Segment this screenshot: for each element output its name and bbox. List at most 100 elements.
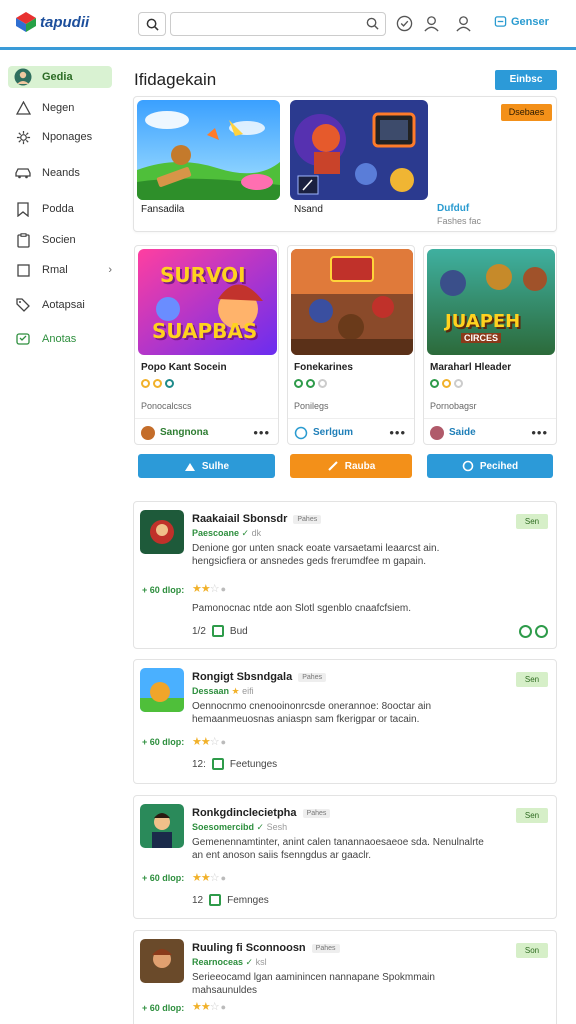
checkbox-icon[interactable] bbox=[211, 758, 224, 770]
gamepad-icon bbox=[14, 330, 32, 348]
search-field[interactable] bbox=[170, 12, 386, 36]
circle-icon[interactable] bbox=[519, 625, 532, 638]
list-item[interactable]: Ronkgdinclecietpha Pahes Soesomercibd ✓ S… bbox=[133, 795, 557, 919]
profile-icon[interactable] bbox=[453, 13, 473, 33]
list-item-description: Denione gor unten snack eoate varsaetami… bbox=[192, 543, 440, 567]
star-rating: ★★☆ ● bbox=[192, 872, 226, 884]
user-icon[interactable] bbox=[421, 13, 441, 33]
list-item[interactable]: Rongigt Sbsndgala Pahes Dessaan ★ eifi Oe… bbox=[133, 659, 557, 784]
more-options-icon[interactable]: ••• bbox=[531, 425, 548, 440]
game-card-art-subtitle: SUAPBAS bbox=[152, 319, 258, 343]
game-card-image: SURVOI SUAPBAS bbox=[138, 249, 277, 355]
sidebar-item-rmal[interactable]: Rmal › bbox=[8, 259, 112, 281]
game-card-1[interactable]: SURVOI SUAPBAS Popo Kant Socein Ponocalc… bbox=[134, 245, 279, 445]
controller-icon bbox=[494, 16, 507, 27]
star-rating: ★★☆ ● bbox=[192, 1001, 226, 1013]
meta-count: 1/2 bbox=[192, 625, 206, 637]
checkbox-icon[interactable] bbox=[209, 894, 222, 906]
list-item-button[interactable]: Sen bbox=[516, 514, 548, 529]
publisher-extra: dk bbox=[251, 528, 262, 538]
button-label: Pecihed bbox=[479, 460, 519, 472]
list-item-button[interactable]: Son bbox=[516, 943, 548, 958]
list-item-thumbnail bbox=[140, 510, 184, 554]
list-item-title-text: Ronkgdinclecietpha bbox=[192, 807, 297, 819]
author-link[interactable]: Saide bbox=[430, 425, 476, 440]
header-cta-button[interactable]: Genser bbox=[494, 15, 549, 28]
list-item-tag: Pahes bbox=[298, 672, 327, 682]
orange-action-button[interactable]: Dsebaes bbox=[501, 104, 552, 121]
brand-name[interactable]: tapudii bbox=[40, 14, 89, 31]
list-item-title: Rongigt Sbsndgala Pahes bbox=[192, 671, 327, 683]
game-card-image: JUAPEH CIRCES bbox=[427, 249, 555, 355]
car-icon bbox=[14, 164, 32, 182]
card-2-action-button[interactable]: Rauba bbox=[290, 454, 412, 478]
shield-check-icon[interactable] bbox=[394, 13, 414, 33]
publisher-name: Dessaan bbox=[192, 686, 230, 696]
list-item-publisher[interactable]: Dessaan ★ eifi bbox=[192, 686, 254, 697]
sidebar-item-gedia[interactable]: Gedia bbox=[8, 66, 112, 88]
list-item[interactable]: Ruuling fi Sconnoosn Pahes Rearnoceas ✓ k… bbox=[133, 930, 557, 1024]
list-item[interactable]: Raakaiail Sbonsdr Pahes Paescoane ✓ dk De… bbox=[133, 501, 557, 649]
sidebar-item-negen[interactable]: Negen bbox=[8, 97, 112, 119]
list-item-publisher[interactable]: Soesomercibd ✓ Sesh bbox=[192, 822, 287, 833]
puzzle-icon bbox=[184, 463, 195, 471]
game-card-title: Popo Kant Socein bbox=[141, 362, 227, 373]
game-card-title: Maraharl Hleader bbox=[430, 362, 512, 373]
sidebar-item-aotapsai[interactable]: Aotapsai bbox=[8, 294, 112, 316]
author-link[interactable]: Sangnona bbox=[141, 425, 208, 440]
rating-dots bbox=[294, 379, 327, 388]
list-item-button[interactable]: Sen bbox=[516, 808, 548, 823]
list-item-description: Serieeocamd lgan aaminincen nannapane Sp… bbox=[192, 972, 435, 996]
publisher-name: Soesomercibd bbox=[192, 822, 255, 832]
list-item-thumbnail bbox=[140, 804, 184, 848]
list-item-description: Oennocnmo cnenooinonrcsde onerannoe: 8oo… bbox=[192, 701, 432, 725]
featured-thumbnail-1[interactable] bbox=[137, 100, 280, 200]
list-item-meta: 1/2 Bud bbox=[192, 625, 248, 637]
sidebar-item-podda[interactable]: Podda bbox=[8, 198, 112, 220]
game-card-3[interactable]: JUAPEH CIRCES Maraharl Hleader Pornobags… bbox=[423, 245, 557, 445]
card-1-action-button[interactable]: Sulhe bbox=[138, 454, 275, 478]
list-item-price: + 60 dlop: bbox=[142, 873, 185, 883]
checkbox-icon[interactable] bbox=[211, 625, 224, 637]
star-rating: ★★☆ ● bbox=[192, 736, 226, 748]
primary-action-button[interactable]: Einbsc bbox=[495, 70, 557, 90]
card-3-action-button[interactable]: Pecihed bbox=[427, 454, 553, 478]
game-card-footer: Sangnona ••• bbox=[135, 418, 278, 446]
sidebar-item-socien[interactable]: Socien bbox=[8, 229, 112, 251]
meta-count: 12 bbox=[192, 894, 204, 906]
list-item-tag: Pahes bbox=[311, 943, 340, 953]
author-link[interactable]: Serlgum bbox=[294, 426, 353, 440]
sidebar-item-anotas[interactable]: Anotas bbox=[8, 328, 112, 350]
featured-thumbnail-2[interactable] bbox=[290, 100, 428, 200]
list-item-meta: 12: Feetunges bbox=[192, 758, 277, 770]
more-options-icon[interactable]: ••• bbox=[253, 425, 270, 440]
circle-icon[interactable] bbox=[535, 625, 548, 638]
meta-count: 12: bbox=[192, 758, 206, 770]
list-item-title: Raakaiail Sbonsdr Pahes bbox=[192, 513, 322, 525]
list-item-description: Gemenennamtinter, anint calen tanannaoes… bbox=[192, 837, 484, 861]
search-input[interactable] bbox=[177, 16, 357, 32]
tag-icon bbox=[14, 296, 32, 314]
game-card-2[interactable]: Fonekarines Ponilegs Serlgum ••• bbox=[287, 245, 415, 445]
triangle-icon bbox=[14, 99, 32, 117]
sidebar-item-nponages[interactable]: Nponages bbox=[8, 126, 112, 148]
avatar-icon bbox=[14, 68, 32, 86]
list-item-title: Ronkgdinclecietpha Pahes bbox=[192, 807, 331, 819]
search-button[interactable] bbox=[138, 12, 166, 36]
list-item-actions[interactable] bbox=[519, 625, 548, 638]
more-options-icon[interactable]: ••• bbox=[389, 425, 406, 440]
logo-icon[interactable] bbox=[14, 10, 38, 34]
sidebar-item-label: Socien bbox=[42, 234, 76, 246]
sidebar-item-label: Aotapsai bbox=[42, 299, 85, 311]
list-item-price: + 60 dlop: bbox=[142, 585, 185, 595]
chevron-right-icon[interactable]: › bbox=[108, 264, 112, 276]
list-item-publisher[interactable]: Paescoane ✓ dk bbox=[192, 528, 261, 539]
game-card-image bbox=[291, 249, 413, 355]
list-item-publisher[interactable]: Rearnoceas ✓ ksl bbox=[192, 957, 267, 968]
list-item-button[interactable]: Sen bbox=[516, 672, 548, 687]
star-rating: ★★☆ ● bbox=[192, 583, 226, 595]
featured-caption-3: Dufduf bbox=[437, 203, 470, 214]
list-item-title-text: Raakaiail Sbonsdr bbox=[192, 513, 288, 525]
meta-label: Feetunges bbox=[229, 758, 278, 770]
sidebar-item-neands[interactable]: Neands bbox=[8, 162, 112, 184]
